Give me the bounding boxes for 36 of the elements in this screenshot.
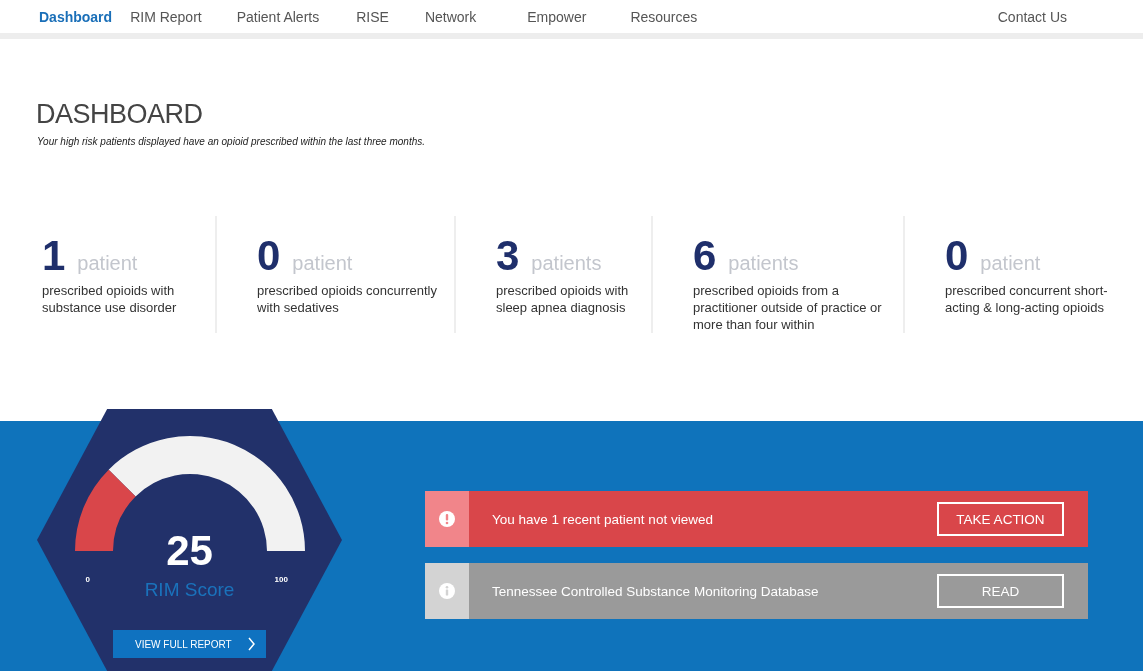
page-subtitle: Your high risk patients displayed have an opioid prescribed within the last three months. [37,136,426,148]
alert-action-button[interactable]: TAKE ACTION [937,502,1064,536]
stat-count: 0 [257,236,281,276]
nav-link[interactable]: Patient Alerts [236,8,320,25]
rim-score-label: RIM Score [144,579,235,601]
nav-link[interactable]: Resources [630,8,698,25]
stat-description: prescribed concurrent short-acting & long-acting opioids [945,282,1109,316]
chevron-icon [248,637,256,651]
alert-message: You have 1 recent patient not viewed [492,511,714,527]
stat-unit: patient [980,252,1041,275]
stat-count: 3 [496,236,520,276]
alert-message: Tennessee Controlled Substance Monitoring Database [492,583,820,599]
page-title: DASHBOARD [36,99,204,131]
nav-link[interactable]: RISE [356,8,389,25]
stat-unit: patient [292,252,353,275]
stat-unit: patient [77,252,138,275]
exclamation-icon [439,511,455,527]
nav-link[interactable]: Dashboard [39,8,113,25]
nav-link[interactable]: Network [424,8,477,25]
stat-count: 0 [945,236,969,276]
stat-count: 1 [42,236,66,276]
stat-description: prescribed opioids with sleep apnea diagnosis [496,282,630,316]
gauge-max: 100 [274,575,288,584]
stat-description: prescribed opioids from a practitioner outside of practice or more than four within [693,282,883,333]
stat-description: prescribed opioids with substance use disorder [42,282,178,316]
info-icon [439,583,455,599]
nav-link[interactable]: RIM Report [130,8,202,25]
view-report-button[interactable]: VIEW FULL REPORT [113,630,266,658]
contact-link[interactable]: Contact Us [997,8,1067,25]
stat-unit: patients [728,252,799,275]
nav-link[interactable]: Empower [527,8,587,25]
stat-description: prescribed opioids concurrently with sedatives [257,282,438,316]
gauge-min: 0 [85,575,90,584]
rim-score-value: 25 [166,529,213,573]
stat-count: 6 [693,236,717,276]
stat-unit: patients [531,252,602,275]
